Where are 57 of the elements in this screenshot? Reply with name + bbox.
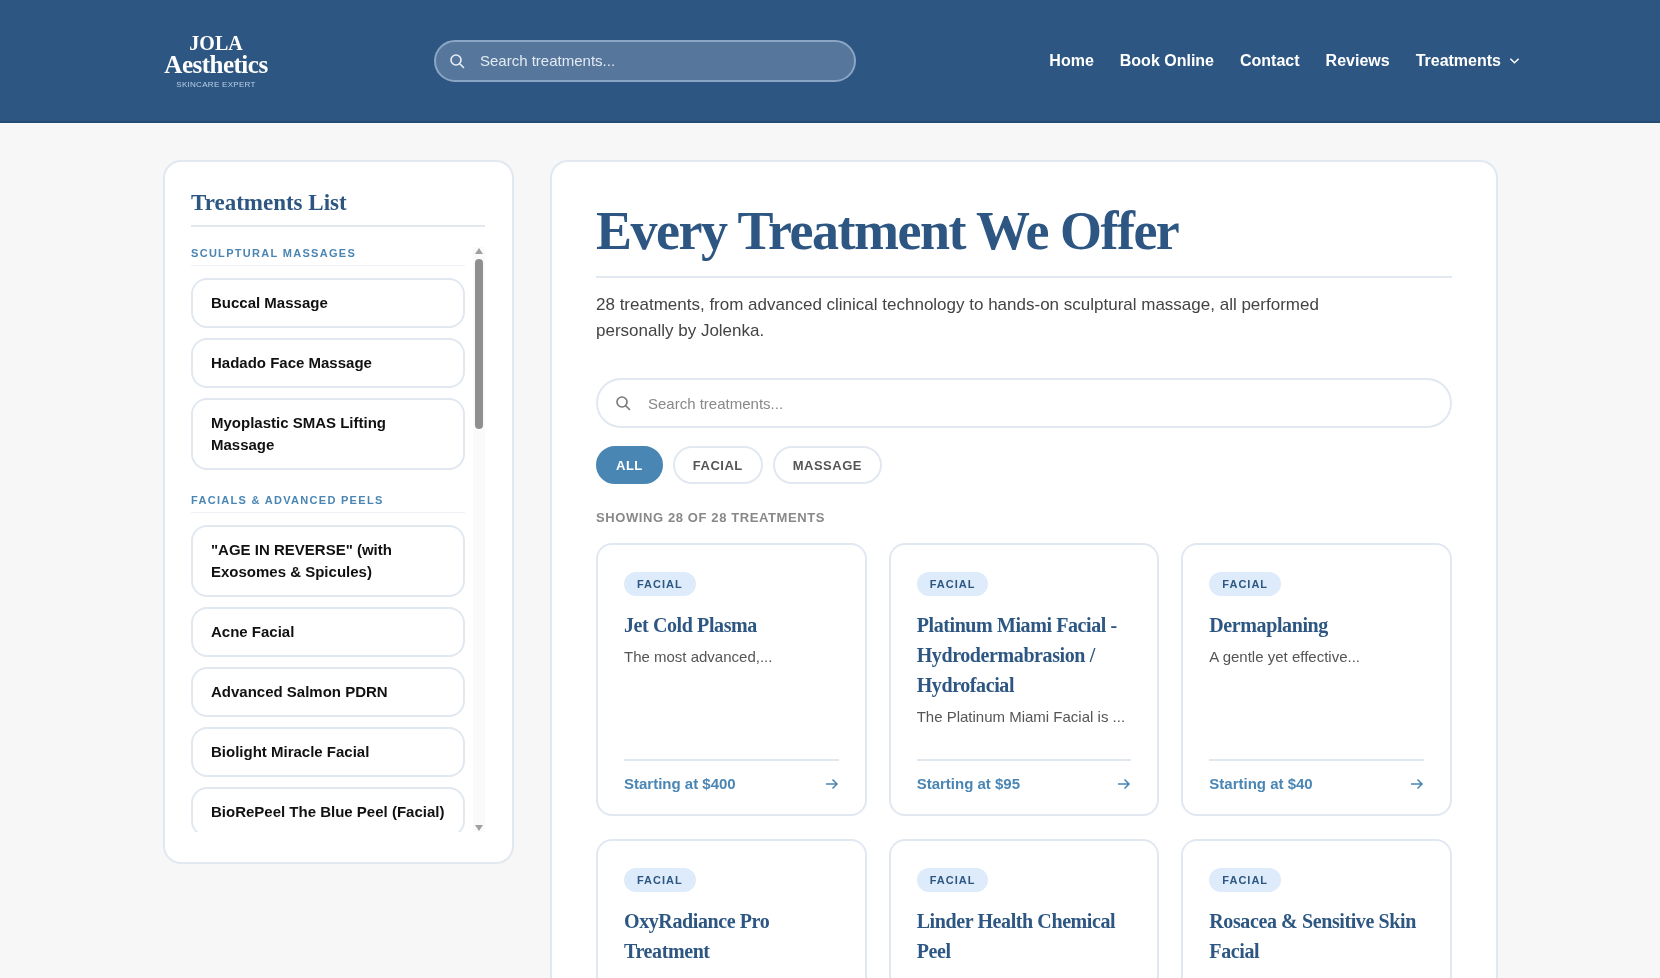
sidebar-item[interactable]: Acne Facial	[191, 607, 465, 657]
sidebar-item[interactable]: Biolight Miracle Facial	[191, 727, 465, 777]
filter-chip[interactable]: MASSAGE	[772, 446, 882, 484]
sidebar-title: Treatments List	[191, 190, 485, 227]
card-description: A gentle yet effective...	[1209, 648, 1360, 665]
sidebar-item[interactable]: BioRePeel The Blue Peel (Facial)	[191, 787, 465, 832]
price-text: Starting at $40	[1209, 775, 1313, 792]
search-field[interactable]: Search treatments...	[434, 39, 856, 82]
category-tag: FACIAL	[624, 868, 696, 892]
treatment-card[interactable]: FACIAL OxyRadiance Pro Treatment	[596, 839, 867, 978]
card-title: Dermaplaning	[1209, 613, 1328, 639]
search-icon	[615, 395, 631, 411]
group-heading: FACIALS & ADVANCED PEELS	[191, 494, 465, 513]
sidebar-item[interactable]: Myoplastic SMAS Lifting Massage	[191, 398, 465, 470]
arrow-icon	[824, 777, 839, 790]
price-text: Starting at $400	[624, 775, 736, 792]
card-title: Jet Cold Plasma	[624, 613, 757, 638]
nav-link[interactable]: Reviews	[1325, 51, 1390, 70]
treatment-card[interactable]: FACIAL Rosacea & Sensitive Skin Facial	[1181, 839, 1452, 978]
sidebar-item[interactable]: "AGE IN REVERSE" (with Exosomes & Spicules)	[191, 525, 465, 597]
card-title: Linder Health Chemical Peel	[916, 909, 1117, 964]
scrollbar[interactable]	[473, 247, 485, 832]
card-title: Platinum Miami Facial - Hydrodermabrasion / Hydrofacial	[916, 613, 1118, 699]
nav-link[interactable]: Home	[1049, 51, 1094, 70]
card-description: The Platinum Miami Facial is ...	[916, 708, 1126, 725]
scroll-up-icon[interactable]	[474, 247, 484, 255]
treatment-card[interactable]: FACIAL Jet Cold Plasma The most advanced,... Starting at $400	[596, 543, 867, 816]
caret-icon	[1509, 56, 1520, 65]
search-icon	[449, 52, 465, 69]
category-tag: FACIAL	[916, 868, 989, 892]
sidebar-item[interactable]: Advanced Salmon PDRN	[191, 667, 465, 717]
scroll-down-icon[interactable]	[474, 824, 484, 832]
price-text: Starting at $95	[916, 775, 1021, 792]
card-description: The most advanced,...	[624, 648, 773, 665]
nav-link[interactable]: Contact	[1240, 51, 1300, 70]
treatment-card[interactable]: FACIAL Dermaplaning A gentle yet effective... Starting at $40	[1181, 543, 1452, 816]
group-heading: SCULPTURAL MASSAGES	[191, 247, 465, 266]
treatment-card[interactable]: FACIAL Platinum Miami Facial - Hydrodermabrasion / Hydrofacial The Platinum Miami Facial is ... Starting at $95	[888, 543, 1160, 816]
arrow-icon	[1410, 777, 1424, 790]
category-tag: FACIAL	[1209, 868, 1282, 892]
category-tag: FACIAL	[1209, 572, 1282, 596]
nav-link[interactable]: Treatments	[1415, 51, 1520, 70]
filter-chip[interactable]: ALL	[596, 446, 663, 484]
card-title: OxyRadiance Pro Treatment	[624, 909, 771, 964]
category-tag: FACIAL	[624, 572, 696, 596]
scrollbar-thumb[interactable]	[475, 259, 483, 429]
sidebar-item[interactable]: Buccal Massage	[191, 278, 465, 328]
arrow-icon	[1117, 777, 1132, 790]
card-title: Rosacea & Sensitive Skin Facial	[1209, 909, 1417, 964]
intro-text: 28 treatments, from advanced clinical technology to hands-on sculptural massage, all performed personally by Jolenka.	[596, 294, 1320, 342]
page-title: Every Treatment We Offer	[596, 200, 1452, 278]
sidebar-item[interactable]: Hadado Face Massage	[191, 338, 465, 388]
result-count: SHOWING 28 OF 28 TREATMENTS	[596, 510, 827, 525]
filter-chip[interactable]: FACIAL	[672, 446, 763, 484]
nav-link[interactable]: Book Online	[1119, 51, 1214, 70]
category-tag: FACIAL	[916, 572, 989, 596]
treatment-card[interactable]: FACIAL Linder Health Chemical Peel	[888, 839, 1160, 978]
